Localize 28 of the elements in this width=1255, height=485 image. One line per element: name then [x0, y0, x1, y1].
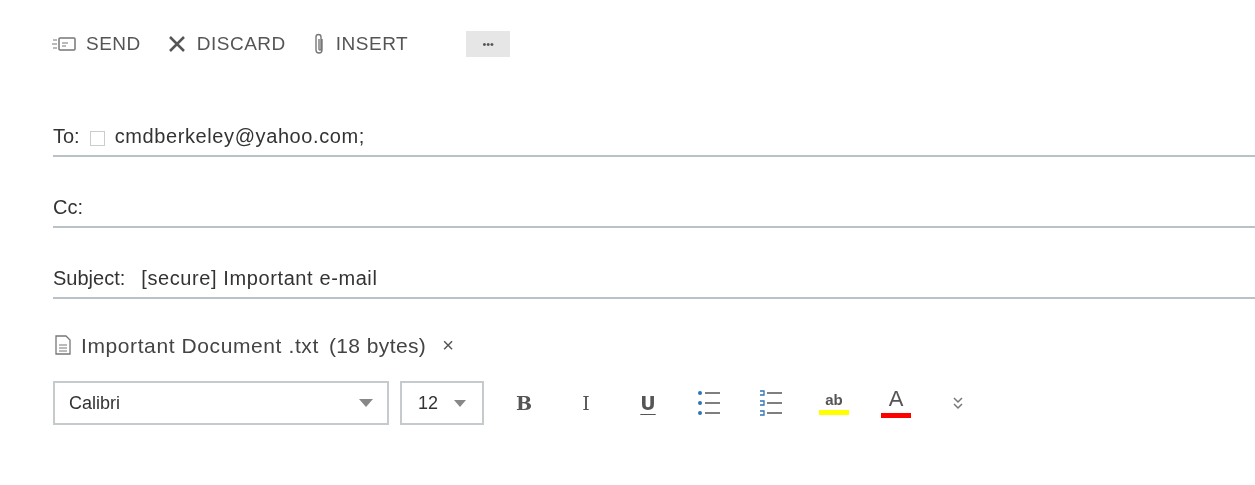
underline-button[interactable]: U: [628, 383, 668, 423]
italic-button[interactable]: I: [566, 383, 606, 423]
send-button[interactable]: SEND: [52, 30, 141, 59]
field-label: Subject:: [53, 265, 126, 291]
checkbox[interactable]: [89, 130, 105, 146]
attachment-name[interactable]: Important Document .txt: [81, 329, 319, 361]
field-label: Cc:: [53, 194, 83, 220]
chevron-icon: [952, 396, 964, 410]
recipient-field[interactable]: To: cmdberkeley@yahoo.com;: [53, 116, 1255, 157]
highlight-button[interactable]: ab: [814, 383, 854, 423]
more-button[interactable]: •••: [466, 31, 511, 58]
bold-button[interactable]: B: [504, 383, 544, 423]
field-value: cmdberkeley@yahoo.com;: [114, 123, 365, 149]
send-icon: [52, 36, 76, 53]
caret-icon: [359, 399, 373, 407]
font-size-dropdown[interactable]: 12: [400, 381, 484, 425]
font-color-button[interactable]: A: [876, 383, 916, 423]
attachment-size: (18 bytes): [328, 332, 427, 359]
field-value: [secure] Important e-mail: [141, 265, 378, 291]
field-label: To:: [53, 123, 80, 149]
caret-icon: [454, 399, 466, 407]
discard-button[interactable]: DISCARD: [166, 30, 286, 59]
remove-attachment-button[interactable]: ×: [442, 335, 454, 356]
recipient-field[interactable]: Subject: [secure] Important e-mail: [53, 258, 1255, 299]
recipient-field[interactable]: Cc:: [53, 187, 1255, 228]
insert-button[interactable]: INSERT: [311, 30, 409, 59]
document-icon: [55, 335, 71, 356]
font-dropdown[interactable]: Calibri: [53, 381, 389, 425]
